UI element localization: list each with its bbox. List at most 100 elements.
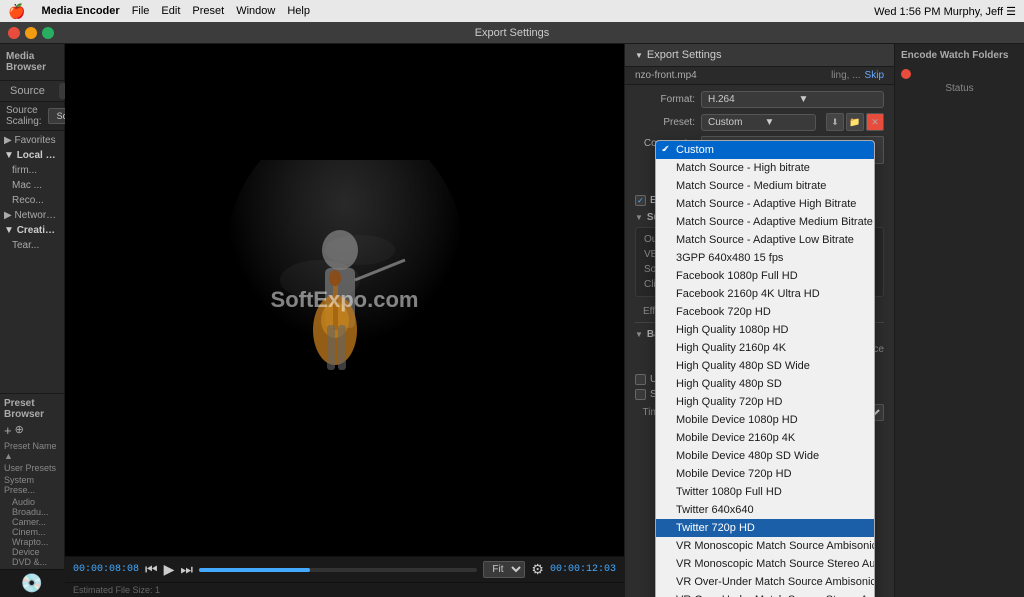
- app-name: Media Encoder: [41, 5, 119, 17]
- preset-option-20[interactable]: Twitter 640x640: [656, 501, 874, 519]
- play-btn[interactable]: ▶: [164, 561, 175, 578]
- encode-wf-label: Encode Watch Folders: [901, 50, 1018, 61]
- preset-browser-title: Preset Browser: [4, 398, 60, 420]
- preset-name-sort[interactable]: Preset Name ▲: [4, 441, 60, 461]
- menu-bar-status: Wed 1:56 PM Murphy, Jeff ☰: [874, 5, 1016, 18]
- tree-tear[interactable]: Tear...: [0, 238, 64, 253]
- apple-menu[interactable]: 🍎: [8, 3, 25, 20]
- fit-select[interactable]: Fit: [483, 561, 525, 578]
- tab-source[interactable]: Source: [4, 83, 51, 99]
- preset-option-2[interactable]: Match Source - Medium bitrate: [656, 177, 874, 195]
- preset-item-1[interactable]: Broadu...: [4, 507, 60, 517]
- bluray-icon[interactable]: 💿: [21, 573, 43, 594]
- preset-option-18[interactable]: Mobile Device 720p HD: [656, 465, 874, 483]
- export-settings-header: ▼ Export Settings: [625, 44, 894, 67]
- file-size-bar: Estimated File Size: 1: [65, 582, 624, 597]
- format-row: Format: H.264 ▼: [635, 91, 884, 108]
- tree-reco[interactable]: Reco...: [0, 193, 64, 208]
- main-content-right: ▼ Export Settings nzo-front.mp4 ling, ..…: [625, 44, 894, 597]
- preset-option-8[interactable]: Facebook 2160p 4K Ultra HD: [656, 285, 874, 303]
- user-presets-label: User Presets: [4, 463, 60, 473]
- preset-option-16[interactable]: Mobile Device 2160p 4K: [656, 429, 874, 447]
- preset-option-7[interactable]: Facebook 1080p Full HD: [656, 267, 874, 285]
- export-video-checkbox[interactable]: ✓: [635, 195, 646, 206]
- skip-button[interactable]: Skip: [865, 70, 884, 81]
- use-max-render-checkbox[interactable]: [635, 374, 646, 385]
- preset-item-5[interactable]: Device: [4, 547, 60, 557]
- preset-option-twitter-720p[interactable]: Twitter 720p HD: [656, 519, 874, 537]
- minimize-button[interactable]: [25, 27, 37, 39]
- media-browser-title: Media Browser: [6, 48, 58, 76]
- preset-folder-btn[interactable]: 📁: [846, 113, 864, 131]
- right-panel: ▼ Export Settings nzo-front.mp4 ling, ..…: [624, 44, 1024, 597]
- preset-option-13[interactable]: High Quality 480p SD: [656, 375, 874, 393]
- timeline-bar[interactable]: [199, 568, 477, 572]
- preset-value: Custom: [702, 115, 759, 130]
- preset-item-2[interactable]: Camer...: [4, 517, 60, 527]
- preset-option-25[interactable]: VR Over-Under Match Source Stereo Audio: [656, 591, 874, 597]
- menu-edit[interactable]: Edit: [161, 5, 180, 17]
- preset-option-10[interactable]: High Quality 1080p HD: [656, 321, 874, 339]
- start-timecode-checkbox[interactable]: [635, 389, 646, 400]
- preset-option-22[interactable]: VR Monoscopic Match Source Ambisonics: [656, 537, 874, 555]
- preset-option-23[interactable]: VR Monoscopic Match Source Stereo Audio: [656, 555, 874, 573]
- preset-option-19[interactable]: Twitter 1080p Full HD: [656, 483, 874, 501]
- right-panel-inner: ▼ Export Settings nzo-front.mp4 ling, ..…: [625, 44, 1024, 597]
- preset-option-4[interactable]: Match Source - Adaptive Medium Bitrate: [656, 213, 874, 231]
- preset-dropdown[interactable]: ✓ Custom Match Source - High bitrate Mat…: [655, 140, 875, 597]
- play-prev-btn[interactable]: ⏮: [145, 561, 158, 578]
- triangle-icon: ▼: [635, 51, 643, 60]
- preset-option-custom[interactable]: ✓ Custom: [656, 141, 874, 159]
- preset-item-3[interactable]: Cinem...: [4, 527, 60, 537]
- basic-video-collapse[interactable]: ▼: [635, 330, 643, 339]
- system-presets-label: System Prese...: [4, 475, 60, 495]
- preset-option-3[interactable]: Match Source - Adaptive High Bitrate: [656, 195, 874, 213]
- preset-item-6[interactable]: DVD &...: [4, 557, 60, 567]
- sidebar-tree: ▶ Favorites ▼ Local Drives firm... Mac .…: [0, 131, 64, 255]
- preset-label: Preset:: [635, 117, 695, 128]
- preset-add-btn[interactable]: +: [4, 423, 12, 438]
- tree-mac[interactable]: Mac ...: [0, 178, 64, 193]
- preset-option-14[interactable]: High Quality 720p HD: [656, 393, 874, 411]
- preset-row: Preset: Custom ▼ ⬇ 📁 ✕: [635, 113, 884, 131]
- preset-select[interactable]: Custom ▼: [701, 114, 816, 131]
- menu-file[interactable]: File: [132, 5, 150, 17]
- source-scaling-row: Source Scaling: Scale To Fit: [0, 102, 64, 131]
- preset-import-btn[interactable]: ⊕: [15, 423, 24, 438]
- playback-controls: 00:00:08:08 ⏮ ▶ ⏭ Fit ⚙ 00:00:12:03: [65, 556, 624, 582]
- format-select[interactable]: H.264 ▼: [701, 91, 884, 108]
- preset-option-11[interactable]: High Quality 2160p 4K: [656, 339, 874, 357]
- preset-option-6[interactable]: 3GPP 640x480 15 fps: [656, 249, 874, 267]
- sidebar-bottom-bar: 💿: [0, 569, 64, 597]
- tree-firm[interactable]: firm...: [0, 163, 64, 178]
- preset-option-1[interactable]: Match Source - High bitrate: [656, 159, 874, 177]
- preset-dropdown-arrow: ▼: [759, 115, 816, 130]
- menu-bar-right: Wed 1:56 PM Murphy, Jeff ☰: [874, 5, 1016, 18]
- preset-option-5[interactable]: Match Source - Adaptive Low Bitrate: [656, 231, 874, 249]
- tree-creative-cloud[interactable]: ▼ Creative Clou...: [0, 223, 64, 238]
- tree-favorites[interactable]: ▶ Favorites: [0, 133, 64, 148]
- summary-collapse-triangle[interactable]: ▼: [635, 213, 643, 222]
- preset-option-9[interactable]: Facebook 720p HD: [656, 303, 874, 321]
- settings-btn[interactable]: ⚙: [531, 561, 544, 578]
- maximize-button[interactable]: [42, 27, 54, 39]
- preset-option-15[interactable]: Mobile Device 1080p HD: [656, 411, 874, 429]
- watch-folders-indicator: [901, 69, 911, 79]
- menu-preset[interactable]: Preset: [192, 5, 224, 17]
- preset-item-0[interactable]: Audio: [4, 497, 60, 507]
- preset-save-btn[interactable]: ⬇: [826, 113, 844, 131]
- preset-delete-btn[interactable]: ✕: [866, 113, 884, 131]
- preset-option-24[interactable]: VR Over-Under Match Source Ambisonics: [656, 573, 874, 591]
- preset-option-17[interactable]: Mobile Device 480p SD Wide: [656, 447, 874, 465]
- media-browser-section: Media Browser: [0, 44, 64, 81]
- format-label: Format:: [635, 94, 695, 105]
- preset-option-12[interactable]: High Quality 480p SD Wide: [656, 357, 874, 375]
- menu-window[interactable]: Window: [236, 5, 275, 17]
- source-output-tabs: Source Output: [0, 81, 64, 102]
- tree-network[interactable]: ▶ Network Drive...: [0, 208, 64, 223]
- play-next-btn[interactable]: ⏭: [180, 561, 193, 578]
- close-button[interactable]: [8, 27, 20, 39]
- tree-local-drives[interactable]: ▼ Local Drives: [0, 148, 64, 163]
- menu-help[interactable]: Help: [287, 5, 310, 17]
- preset-item-4[interactable]: Wrapto...: [4, 537, 60, 547]
